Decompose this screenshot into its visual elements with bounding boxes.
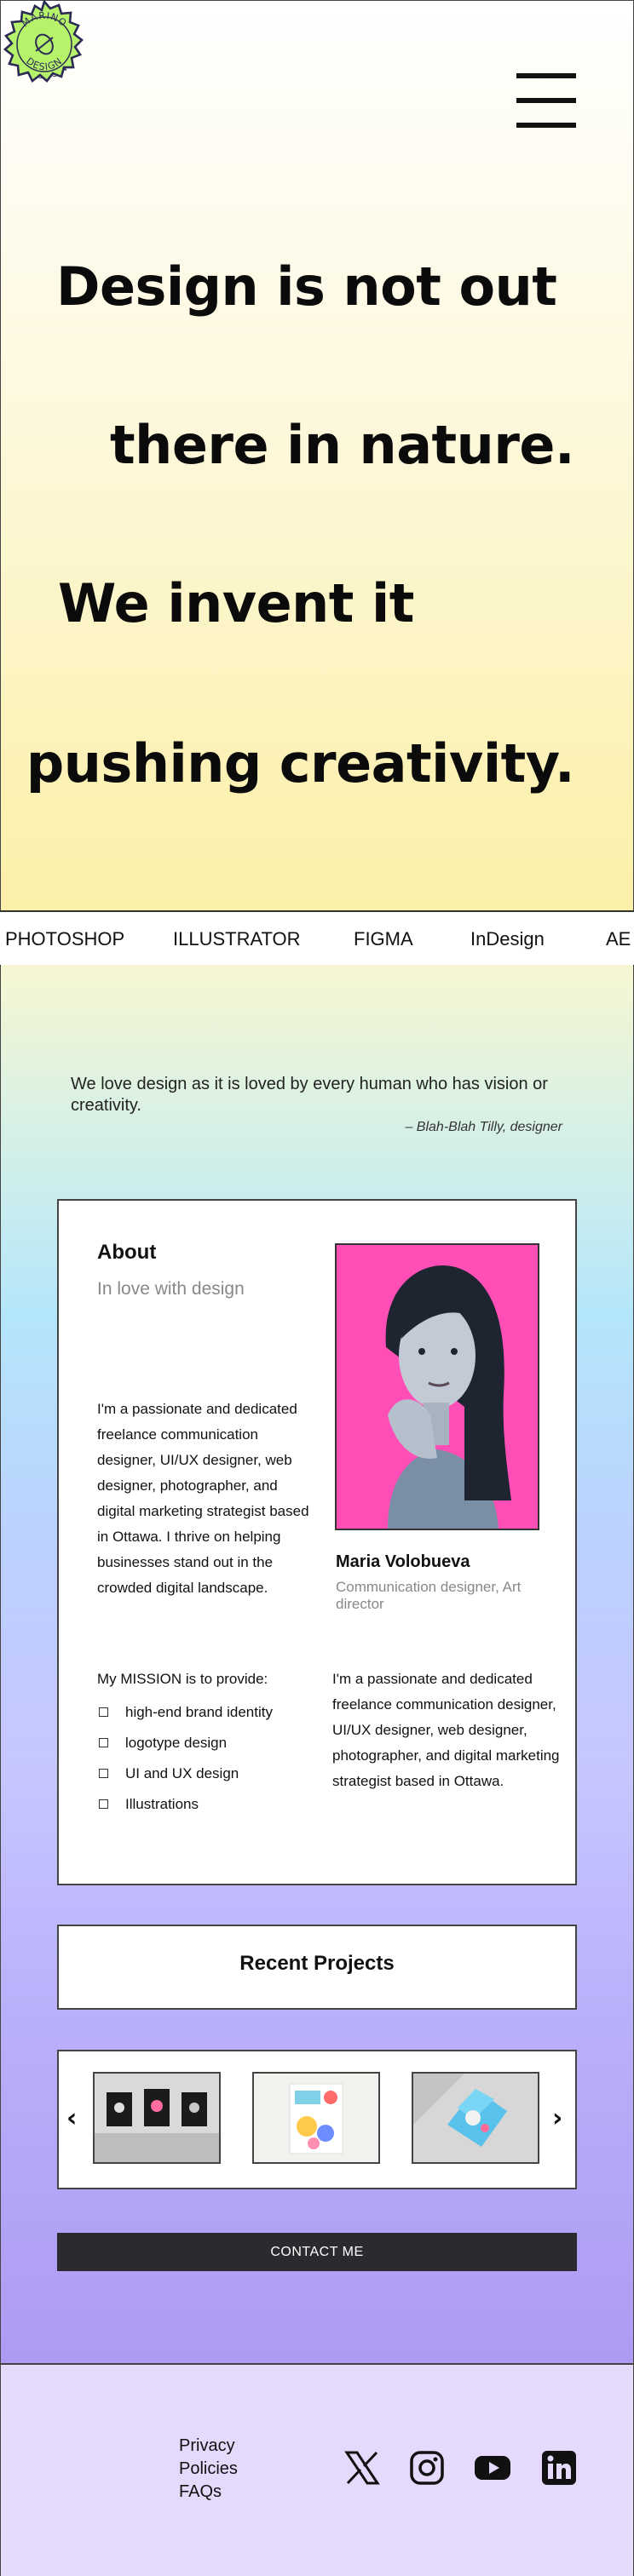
project-thumbnail-poster[interactable] xyxy=(252,2072,380,2164)
footer-link-privacy[interactable]: Privacy xyxy=(179,2435,238,2458)
skill-item: AE xyxy=(606,928,631,950)
footer-logo-badge[interactable]: MARINO DESIGN xyxy=(0,0,89,89)
footer-link-faqs[interactable]: FAQs xyxy=(179,2481,238,2504)
about-intro: I'm a passionate and dedicated freelance… xyxy=(97,1401,309,1596)
project-thumbnail-package[interactable] xyxy=(412,2072,539,2164)
quote-author: – Blah-Blah Tilly, designer xyxy=(405,1120,562,1134)
skill-item: FIGMA xyxy=(354,928,413,950)
menu-bar xyxy=(516,98,576,103)
about-title: About xyxy=(97,1241,157,1264)
mission-item-label: high-end brand identity xyxy=(125,1704,273,1720)
youtube-icon[interactable] xyxy=(474,2449,511,2487)
about-subtitle: In love with design xyxy=(97,1279,245,1299)
carousel-next-icon[interactable]: › xyxy=(552,2103,562,2133)
x-twitter-icon[interactable] xyxy=(343,2449,381,2487)
linkedin-icon[interactable] xyxy=(540,2449,578,2487)
mission-item-label: logotype design xyxy=(125,1735,228,1751)
hero-line-1: Design is not out xyxy=(56,255,557,318)
checkbox-icon[interactable] xyxy=(99,1769,108,1778)
menu-bar xyxy=(516,123,576,128)
skills-ticker: PHOTOSHOP ILLUSTRATOR FIGMA InDesign AE xyxy=(0,910,634,967)
mission-list: high-end brand identity logotype design … xyxy=(97,1704,273,1827)
designer-role: Communication designer, Art director xyxy=(336,1579,522,1612)
mission-title: My MISSION is to provide: xyxy=(97,1671,268,1687)
portrait-photo xyxy=(335,1243,539,1530)
footer-link-policies[interactable]: Policies xyxy=(179,2458,238,2481)
mission-item: Illustrations xyxy=(97,1796,273,1827)
menu-icon[interactable] xyxy=(516,73,576,128)
instagram-icon[interactable] xyxy=(408,2449,446,2487)
checkbox-icon[interactable] xyxy=(99,1707,108,1717)
footer xyxy=(1,2363,633,2576)
skill-item: ILLUSTRATOR xyxy=(173,928,301,950)
mission-item: UI and UX design xyxy=(97,1765,273,1796)
hero-line-2: there in nature. xyxy=(110,414,574,476)
checkbox-icon[interactable] xyxy=(99,1799,108,1809)
checkbox-icon[interactable] xyxy=(99,1738,108,1747)
project-thumbnail-gallery[interactable] xyxy=(93,2072,221,2164)
mission-item: logotype design xyxy=(97,1735,273,1765)
quote-text: We love design as it is loved by every h… xyxy=(71,1075,548,1115)
footer-links: Privacy Policies FAQs xyxy=(179,2435,238,2504)
mission-item-label: Illustrations xyxy=(125,1796,199,1812)
menu-bar xyxy=(516,73,576,78)
carousel-prev-icon[interactable]: ‹ xyxy=(66,2103,77,2133)
designer-name: Maria Volobueva xyxy=(336,1552,470,1571)
hero-line-3: We invent it xyxy=(58,572,414,634)
contact-button[interactable]: CONTACT ME xyxy=(57,2233,577,2271)
skill-item: InDesign xyxy=(470,928,545,950)
mission-item-label: UI and UX design xyxy=(125,1765,239,1781)
about-bio: I'm a passionate and dedicated freelance… xyxy=(332,1671,560,1789)
hero-line-4: pushing creativity. xyxy=(26,732,575,795)
skill-item: PHOTOSHOP xyxy=(5,928,125,950)
recent-projects-title: Recent Projects xyxy=(239,1952,395,1975)
mission-item: high-end brand identity xyxy=(97,1704,273,1735)
